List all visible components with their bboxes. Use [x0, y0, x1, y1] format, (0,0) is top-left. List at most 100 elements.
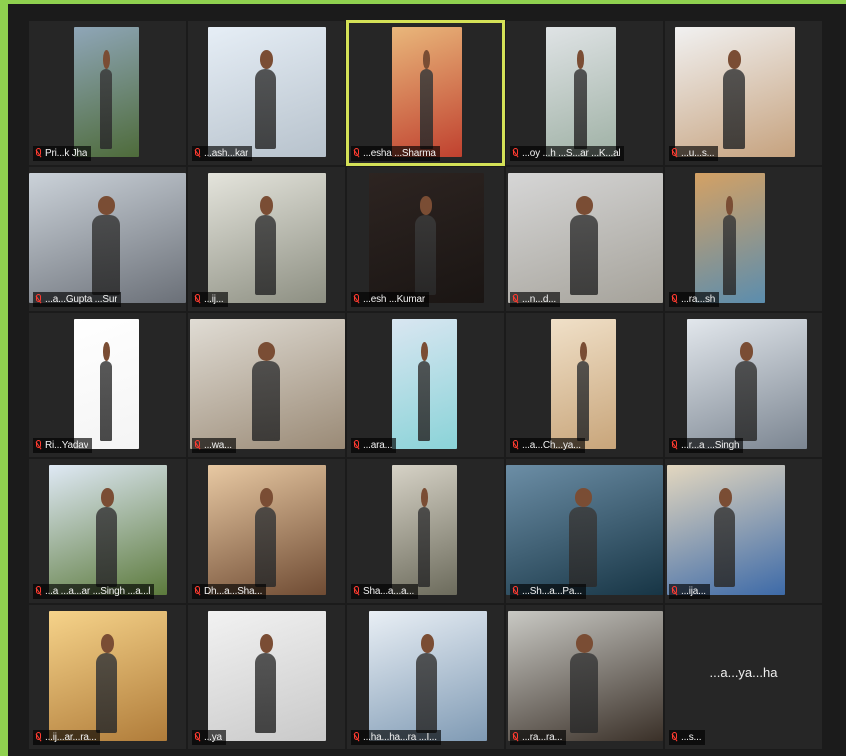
person-silhouette — [418, 506, 430, 588]
muted-mic-icon — [353, 440, 360, 451]
muted-mic-icon — [353, 732, 360, 743]
person-head — [579, 342, 587, 361]
participant-name: ...ra...sh — [681, 294, 716, 305]
person-head — [259, 488, 273, 507]
person-silhouette — [570, 652, 598, 734]
participant-name-tag: ...ha...ha...ra ...I... — [351, 730, 441, 745]
participant-tile[interactable]: ...a...ya...ha ...s... — [664, 604, 823, 750]
participant-name-tag: ...Sh...a...Pa... — [510, 584, 586, 599]
participant-tile[interactable]: Ri...Yadav — [28, 312, 187, 458]
participant-video — [208, 465, 326, 595]
person-head — [420, 342, 428, 361]
participant-tile[interactable]: ...a...Gupta ...Sur — [28, 166, 187, 312]
person-silhouette — [714, 506, 736, 588]
participant-name: ...n...d... — [522, 294, 556, 305]
participant-tile[interactable]: ...ra...ra... — [505, 604, 664, 750]
meeting-window: Pri...k Jha ...ash...kar ...esha ...Sharma… — [8, 4, 846, 756]
person-head — [739, 342, 753, 361]
participant-tile[interactable]: ...n...d... — [505, 166, 664, 312]
person-silhouette — [100, 68, 112, 150]
participant-name-tag: Ri...Yadav — [33, 438, 93, 453]
participant-tile[interactable]: ...ya — [187, 604, 346, 750]
person-silhouette — [252, 360, 280, 442]
participant-name: ...wa... — [204, 440, 232, 451]
person-head — [100, 488, 114, 507]
muted-mic-icon — [353, 148, 360, 159]
participant-tile[interactable]: Dh...a...Sha... — [187, 458, 346, 604]
participant-tile[interactable]: ...r...a ...Singh — [664, 312, 823, 458]
person-silhouette — [574, 68, 587, 150]
participant-name: ...ya — [204, 732, 222, 743]
person-head — [422, 50, 431, 69]
person-head — [419, 196, 433, 215]
participant-tile[interactable]: ...u...s... — [664, 20, 823, 166]
person-head — [102, 342, 110, 361]
participant-tile[interactable]: ...ij...ar...ra... — [28, 604, 187, 750]
person-silhouette — [416, 652, 438, 734]
participant-tile[interactable]: ...ra...sh — [664, 166, 823, 312]
participant-tile[interactable]: ...Sh...a...Pa... — [505, 458, 664, 604]
muted-mic-icon — [512, 148, 519, 159]
participant-name-tag: Pri...k Jha — [33, 146, 92, 161]
participant-name-tag: Sha...a...a... — [351, 584, 419, 599]
person-head — [576, 196, 594, 215]
participant-name: Ri...Yadav — [45, 440, 89, 451]
muted-mic-icon — [194, 732, 201, 743]
participant-tile[interactable]: ...esh ...Kumar — [346, 166, 505, 312]
participant-video — [392, 27, 462, 157]
participant-video — [667, 465, 785, 595]
person-silhouette — [96, 652, 118, 734]
person-head — [576, 634, 594, 653]
participant-name-tag: ...a ...a...ar ...Singh ...a...l — [33, 584, 155, 599]
person-head — [576, 50, 585, 69]
participant-name-tag: ...ara... — [351, 438, 397, 453]
muted-mic-icon — [194, 294, 201, 305]
person-silhouette — [255, 214, 277, 296]
person-silhouette — [415, 214, 436, 296]
participant-tile[interactable]: ...oy ...h ...S...ar ...K...al — [505, 20, 664, 166]
participant-name: ...a ...a...ar ...Singh ...a...l — [45, 586, 151, 597]
gallery-grid: Pri...k Jha ...ash...kar ...esha ...Sharma… — [28, 20, 823, 750]
participant-tile[interactable]: ...wa... — [187, 312, 346, 458]
participant-name: ...s... — [681, 732, 702, 743]
participant-name: ...u...s... — [681, 148, 715, 159]
participant-tile[interactable]: ...a ...a...ar ...Singh ...a...l — [28, 458, 187, 604]
muted-mic-icon — [512, 440, 519, 451]
participant-name-tag: ...s... — [669, 730, 706, 745]
participant-name-tag: ...ash...kar — [192, 146, 253, 161]
participant-tile[interactable]: ...ij... — [187, 166, 346, 312]
person-silhouette — [91, 214, 121, 296]
participant-tile[interactable]: ...esha ...Sharma — [346, 20, 505, 166]
participant-video — [190, 319, 345, 449]
participant-tile[interactable]: Pri...k Jha — [28, 20, 187, 166]
participant-video — [508, 611, 663, 741]
person-silhouette — [723, 68, 745, 150]
participant-video — [74, 27, 139, 157]
participant-video — [675, 27, 795, 157]
participant-name-tag: ...ra...sh — [669, 292, 720, 307]
participant-tile[interactable]: ...ha...ha...ra ...I... — [346, 604, 505, 750]
participant-name-tag: ...a...Ch...ya... — [510, 438, 585, 453]
participant-tile[interactable]: ...ash...kar — [187, 20, 346, 166]
participant-name-tag: ...u...s... — [669, 146, 719, 161]
person-silhouette — [568, 506, 598, 588]
participant-tile[interactable]: ...a...Ch...ya... — [505, 312, 664, 458]
participant-name-tag: ...ij... — [192, 292, 228, 307]
participant-tile[interactable]: Sha...a...a... — [346, 458, 505, 604]
muted-mic-icon — [671, 294, 678, 305]
muted-mic-icon — [194, 586, 201, 597]
participant-tile[interactable]: ...ija... — [664, 458, 823, 604]
participant-name: ...r...a ...Singh — [681, 440, 740, 451]
person-silhouette — [255, 506, 277, 588]
participant-video — [29, 173, 186, 303]
participant-name-tag: ...ya — [192, 730, 226, 745]
participant-tile[interactable]: ...ara... — [346, 312, 505, 458]
person-silhouette — [570, 214, 598, 296]
participant-name: ...esha ...Sharma — [363, 148, 436, 159]
person-head — [258, 342, 276, 361]
person-silhouette — [735, 360, 757, 442]
person-silhouette — [577, 360, 589, 442]
muted-mic-icon — [512, 732, 519, 743]
participant-name: ...ij...ar...ra... — [45, 732, 97, 743]
participant-name-tag: ...r...a ...Singh — [669, 438, 744, 453]
